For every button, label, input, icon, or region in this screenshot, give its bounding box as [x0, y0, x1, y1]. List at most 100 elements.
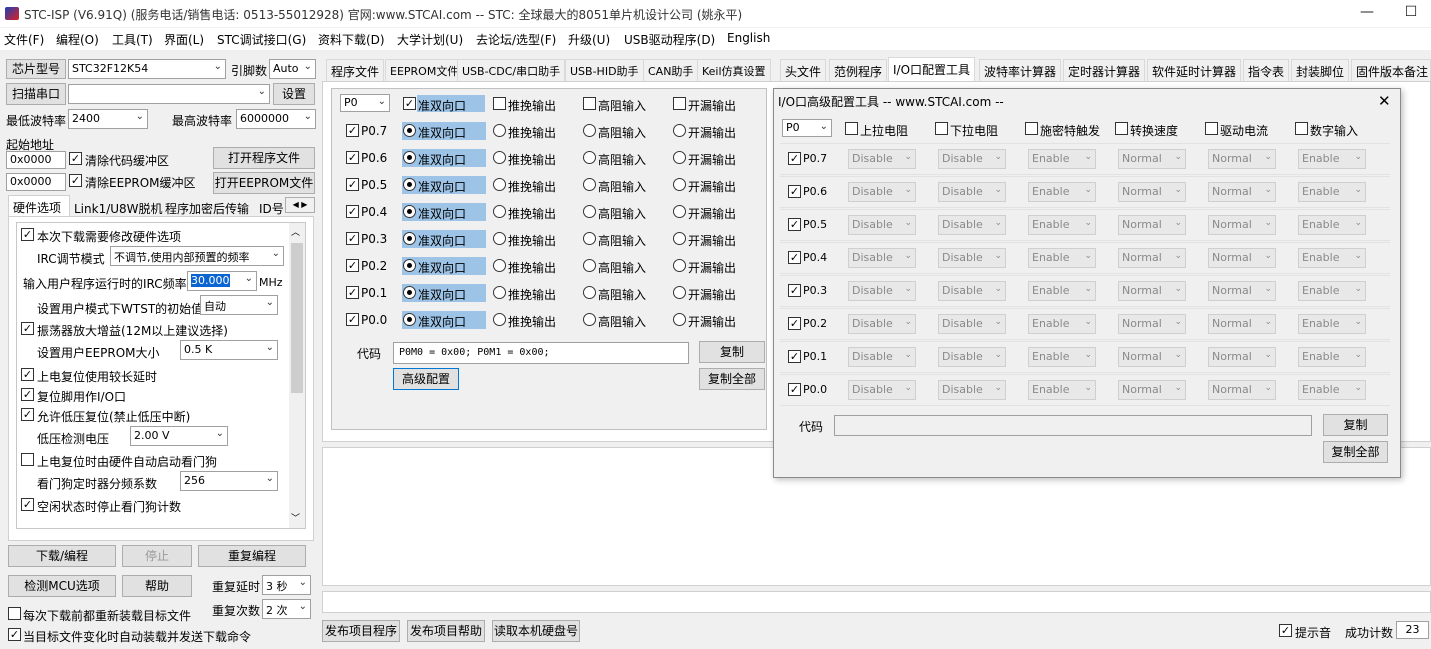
adv-copy-all-button[interactable]: 复制全部 [1323, 441, 1388, 463]
tab-program-file[interactable]: 程序文件 [326, 59, 385, 81]
io-code-field[interactable]: P0M0 = 0x00; P0M1 = 0x00; [393, 342, 689, 364]
open-program-button[interactable]: 打开程序文件 [213, 147, 315, 169]
mode-radio[interactable] [673, 178, 686, 191]
menu-usb-driver[interactable]: USB驱动程序(D) [624, 31, 715, 48]
close-icon[interactable]: ✕ [1378, 92, 1391, 110]
repeat-count-select[interactable]: 2 次 ⌄ [262, 599, 311, 619]
menu-file[interactable]: 文件(F) [4, 31, 44, 48]
sound-checkbox[interactable]: ✓ [1279, 624, 1292, 637]
pin-enable-checkbox[interactable]: ✓ [346, 178, 359, 191]
io-port-select[interactable]: P0 ⌄ [340, 94, 390, 112]
tab-scroll-arrows-icon[interactable]: ◀ ▶ [285, 197, 315, 213]
mode-radio[interactable] [673, 286, 686, 299]
tab-can[interactable]: CAN助手 [643, 59, 699, 81]
adv-pin-checkbox[interactable]: ✓ [788, 152, 801, 165]
adv-pin-checkbox[interactable]: ✓ [788, 383, 801, 396]
menu-english[interactable]: English [727, 31, 770, 45]
mode-radio[interactable] [493, 313, 506, 326]
eeprom-addr-input[interactable]: 0x0000 [6, 173, 66, 191]
reprogram-button[interactable]: 重复编程 [198, 545, 306, 567]
mode-radio[interactable] [403, 124, 416, 137]
adv-copy-button[interactable]: 复制 [1323, 414, 1388, 436]
lvd-select[interactable]: 2.00 V ⌄ [130, 426, 228, 446]
mode-radio[interactable] [583, 205, 596, 218]
mode-radio[interactable] [673, 205, 686, 218]
mode-radio[interactable] [403, 232, 416, 245]
all-od-checkbox[interactable] [673, 97, 686, 110]
mode-radio[interactable] [583, 151, 596, 164]
mode-radio[interactable] [673, 232, 686, 245]
scan-port-button[interactable]: 扫描串口 [6, 83, 66, 105]
pin-enable-checkbox[interactable]: ✓ [346, 205, 359, 218]
tab-id[interactable]: ID号 [257, 197, 287, 217]
wtst-select[interactable]: 自动 ⌄ [200, 295, 278, 315]
adv-header-checkbox[interactable] [1205, 122, 1218, 135]
options-scrollbar[interactable]: ︿ ﹀ [289, 223, 305, 528]
irc-mode-select[interactable]: 不调节,使用内部预置的频率 ⌄ [110, 246, 284, 266]
mode-radio[interactable] [583, 286, 596, 299]
mode-radio[interactable] [583, 178, 596, 191]
power-delay-checkbox[interactable]: ✓ [21, 368, 34, 381]
idle-wdt-checkbox[interactable]: ✓ [21, 498, 34, 511]
pin-enable-checkbox[interactable]: ✓ [346, 232, 359, 245]
publish-button[interactable]: 发布项目程序 [322, 620, 400, 642]
pin-select[interactable]: Auto ⌄ [269, 59, 316, 79]
tab-encrypt[interactable]: 程序加密后传输 [161, 197, 253, 217]
tab-io-config[interactable]: I/O口配置工具 [888, 57, 976, 82]
open-eeprom-button[interactable]: 打开EEPROM文件 [213, 172, 315, 194]
adv-pin-checkbox[interactable]: ✓ [788, 218, 801, 231]
reload-checkbox[interactable] [8, 607, 21, 620]
pin-enable-checkbox[interactable]: ✓ [346, 259, 359, 272]
tab-instruction[interactable]: 指令表 [1243, 59, 1290, 81]
mode-radio[interactable] [673, 259, 686, 272]
mode-radio[interactable] [583, 232, 596, 245]
adv-pin-checkbox[interactable]: ✓ [788, 185, 801, 198]
adv-pin-checkbox[interactable]: ✓ [788, 317, 801, 330]
menu-tools[interactable]: 工具(T) [112, 31, 153, 48]
mode-radio[interactable] [493, 259, 506, 272]
tab-usb-hid[interactable]: USB-HID助手 [565, 59, 644, 81]
adv-header-checkbox[interactable] [1025, 122, 1038, 135]
adv-header-checkbox[interactable] [1295, 122, 1308, 135]
repeat-delay-select[interactable]: 3 秒 ⌄ [262, 575, 311, 595]
check-mcu-button[interactable]: 检测MCU选项 [8, 575, 116, 597]
stop-button[interactable]: 停止 [122, 545, 192, 567]
help-button[interactable]: 帮助 [122, 575, 192, 597]
tab-firmware[interactable]: 固件版本备注 [1351, 59, 1431, 81]
mode-radio[interactable] [673, 313, 686, 326]
eeprom-size-select[interactable]: 0.5 K ⌄ [180, 340, 278, 360]
menu-program[interactable]: 编程(O) [56, 31, 99, 48]
adv-pin-checkbox[interactable]: ✓ [788, 284, 801, 297]
lvr-checkbox[interactable]: ✓ [21, 408, 34, 421]
chevron-up-icon[interactable]: ︿ [291, 225, 300, 238]
read-disk-button[interactable]: 读取本机硬盘号 [492, 620, 580, 642]
reset-io-checkbox[interactable]: ✓ [21, 388, 34, 401]
adv-code-field[interactable] [834, 415, 1312, 436]
mode-radio[interactable] [403, 205, 416, 218]
all-highz-checkbox[interactable] [583, 97, 596, 110]
minimize-icon[interactable]: — [1352, 4, 1382, 22]
all-quasi-checkbox[interactable]: ✓ [403, 97, 416, 110]
chevron-down-icon[interactable]: ﹀ [291, 511, 300, 524]
pin-enable-checkbox[interactable]: ✓ [346, 151, 359, 164]
publish-help-button[interactable]: 发布项目帮助 [407, 620, 485, 642]
advanced-config-button[interactable]: 高级配置 [393, 368, 459, 390]
mode-radio[interactable] [403, 286, 416, 299]
start-addr-input[interactable]: 0x0000 [6, 151, 66, 169]
irc-freq-input[interactable]: 30.000 ⌄ [187, 271, 257, 291]
clear-code-checkbox[interactable]: ✓ [69, 152, 82, 165]
io-copy-button[interactable]: 复制 [699, 341, 765, 363]
tab-timer-calc[interactable]: 定时器计算器 [1063, 59, 1146, 81]
mode-radio[interactable] [493, 124, 506, 137]
adv-header-checkbox[interactable] [935, 122, 948, 135]
tab-eeprom-file[interactable]: EEPROM文件 [385, 59, 464, 81]
modify-hw-checkbox[interactable]: ✓ [21, 228, 34, 241]
adv-pin-checkbox[interactable]: ✓ [788, 350, 801, 363]
clear-eeprom-checkbox[interactable]: ✓ [69, 174, 82, 187]
osc-gain-checkbox[interactable]: ✓ [21, 322, 34, 335]
mode-radio[interactable] [403, 259, 416, 272]
auto-load-checkbox[interactable]: ✓ [8, 628, 21, 641]
pin-enable-checkbox[interactable]: ✓ [346, 286, 359, 299]
tab-delay-calc[interactable]: 软件延时计算器 [1147, 59, 1242, 81]
tab-package[interactable]: 封装脚位 [1291, 59, 1350, 81]
